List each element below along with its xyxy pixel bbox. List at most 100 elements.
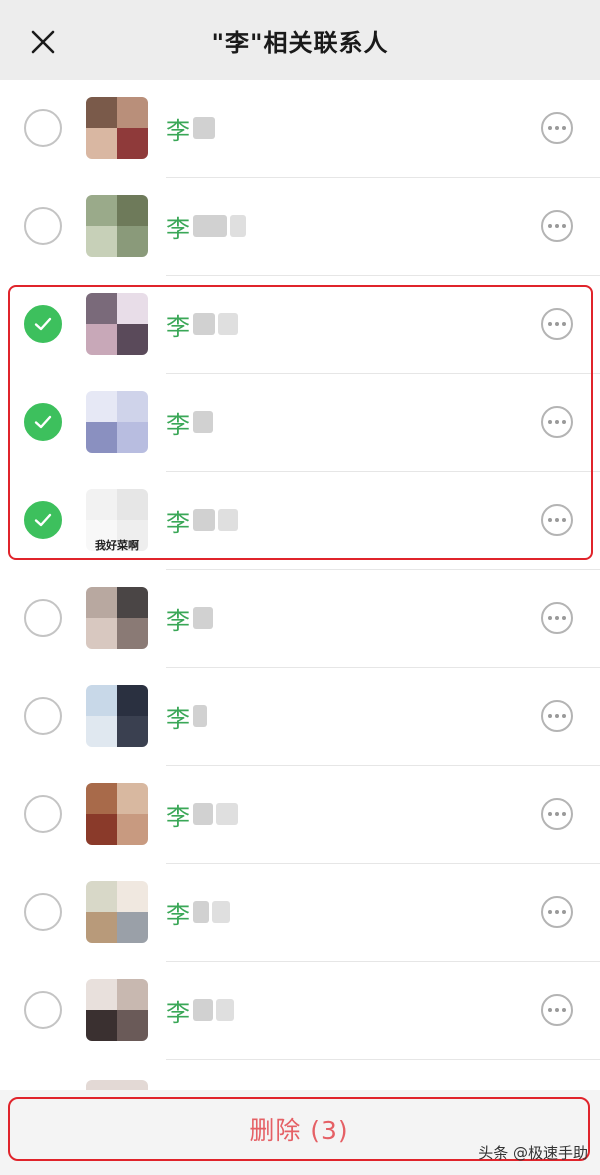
name-mosaic [193, 313, 215, 335]
avatar-pixel [117, 489, 148, 520]
more-dot-icon [555, 616, 559, 620]
contact-row[interactable]: 李 [0, 962, 600, 1060]
contact-row[interactable]: 李 [0, 864, 600, 962]
contact-row[interactable]: 李 [0, 80, 600, 178]
avatar-pixel [86, 97, 117, 128]
name-mosaic [193, 117, 215, 139]
more-options-button[interactable] [541, 504, 573, 536]
checkbox-checked[interactable] [24, 305, 62, 343]
avatar[interactable] [86, 881, 148, 943]
more-dot-icon [548, 910, 552, 914]
more-options-button[interactable] [541, 210, 573, 242]
contact-name: 李 [166, 110, 215, 146]
contact-row[interactable]: 我好菜啊 李 [0, 472, 600, 570]
avatar-pixel [86, 685, 117, 716]
delete-button-label: 删除 (3) [249, 1116, 349, 1145]
more-dot-icon [562, 322, 566, 326]
avatar-pixel [117, 324, 148, 355]
checkbox-unchecked[interactable] [24, 109, 62, 147]
avatar-pixel [86, 489, 117, 520]
avatar-pixel [117, 422, 148, 453]
checkbox-checked[interactable] [24, 501, 62, 539]
more-options-button[interactable] [541, 406, 573, 438]
contact-name: 李 [166, 600, 213, 636]
contact-list: 李李李李我好菜啊李李李李李李 [0, 80, 600, 1060]
name-mosaic [216, 999, 234, 1021]
avatar-pixel [86, 979, 117, 1010]
name-mosaic [193, 607, 213, 629]
more-options-button[interactable] [541, 896, 573, 928]
more-dot-icon [562, 224, 566, 228]
avatar[interactable] [86, 587, 148, 649]
more-options-button[interactable] [541, 112, 573, 144]
more-dot-icon [555, 910, 559, 914]
avatar[interactable] [86, 293, 148, 355]
more-dot-icon [548, 322, 552, 326]
checkbox-unchecked[interactable] [24, 795, 62, 833]
checkbox-unchecked[interactable] [24, 697, 62, 735]
avatar-pixel [86, 587, 117, 618]
more-dot-icon [562, 126, 566, 130]
contact-name: 李 [166, 698, 207, 734]
avatar-pixel [86, 293, 117, 324]
contact-row[interactable]: 李 [0, 374, 600, 472]
contact-row[interactable]: 李 [0, 178, 600, 276]
avatar-pixel [86, 195, 117, 226]
checkbox-unchecked[interactable] [24, 893, 62, 931]
checkbox-checked[interactable] [24, 403, 62, 441]
avatar-pixel [86, 128, 117, 159]
avatar-pixel [117, 618, 148, 649]
contact-surname: 李 [166, 116, 190, 145]
more-dot-icon [548, 126, 552, 130]
contact-name: 李 [166, 404, 213, 440]
avatar-pixel [117, 814, 148, 845]
checkbox-unchecked[interactable] [24, 991, 62, 1029]
more-options-button[interactable] [541, 602, 573, 634]
contact-row[interactable]: 李 [0, 276, 600, 374]
avatar[interactable] [86, 97, 148, 159]
avatar[interactable] [86, 783, 148, 845]
row-divider [166, 1059, 600, 1060]
avatar-pixel [117, 912, 148, 943]
avatar-pixel [86, 391, 117, 422]
more-options-button[interactable] [541, 308, 573, 340]
checkbox-unchecked[interactable] [24, 207, 62, 245]
avatar[interactable] [86, 195, 148, 257]
avatar-pixel [86, 814, 117, 845]
close-icon [31, 30, 55, 54]
contact-row[interactable]: 李 [0, 668, 600, 766]
more-dot-icon [555, 322, 559, 326]
more-dot-icon [562, 714, 566, 718]
more-options-button[interactable] [541, 798, 573, 830]
avatar-pixel [117, 979, 148, 1010]
close-button[interactable] [18, 20, 68, 64]
avatar-pixel [117, 1010, 148, 1041]
contact-surname: 李 [166, 998, 190, 1027]
more-dot-icon [562, 616, 566, 620]
more-dot-icon [555, 714, 559, 718]
header-bar: "李"相关联系人 [0, 0, 600, 80]
name-mosaic [230, 215, 246, 237]
name-mosaic [193, 705, 207, 727]
contact-surname: 李 [166, 606, 190, 635]
avatar-pixel [117, 881, 148, 912]
page-title: "李"相关联系人 [211, 28, 389, 57]
more-options-button[interactable] [541, 994, 573, 1026]
checkbox-unchecked[interactable] [24, 599, 62, 637]
name-mosaic [218, 313, 238, 335]
avatar-pixel [117, 128, 148, 159]
contact-row[interactable]: 李 [0, 766, 600, 864]
more-dot-icon [548, 1008, 552, 1012]
avatar[interactable] [86, 685, 148, 747]
avatar[interactable] [86, 979, 148, 1041]
avatar[interactable]: 我好菜啊 [86, 489, 148, 551]
avatar[interactable] [86, 391, 148, 453]
more-dot-icon [562, 1008, 566, 1012]
avatar-pixel [86, 618, 117, 649]
contact-surname: 李 [166, 508, 190, 537]
avatar-pixel [117, 716, 148, 747]
more-dot-icon [548, 518, 552, 522]
contact-row[interactable]: 李 [0, 570, 600, 668]
contact-surname: 李 [166, 802, 190, 831]
more-options-button[interactable] [541, 700, 573, 732]
